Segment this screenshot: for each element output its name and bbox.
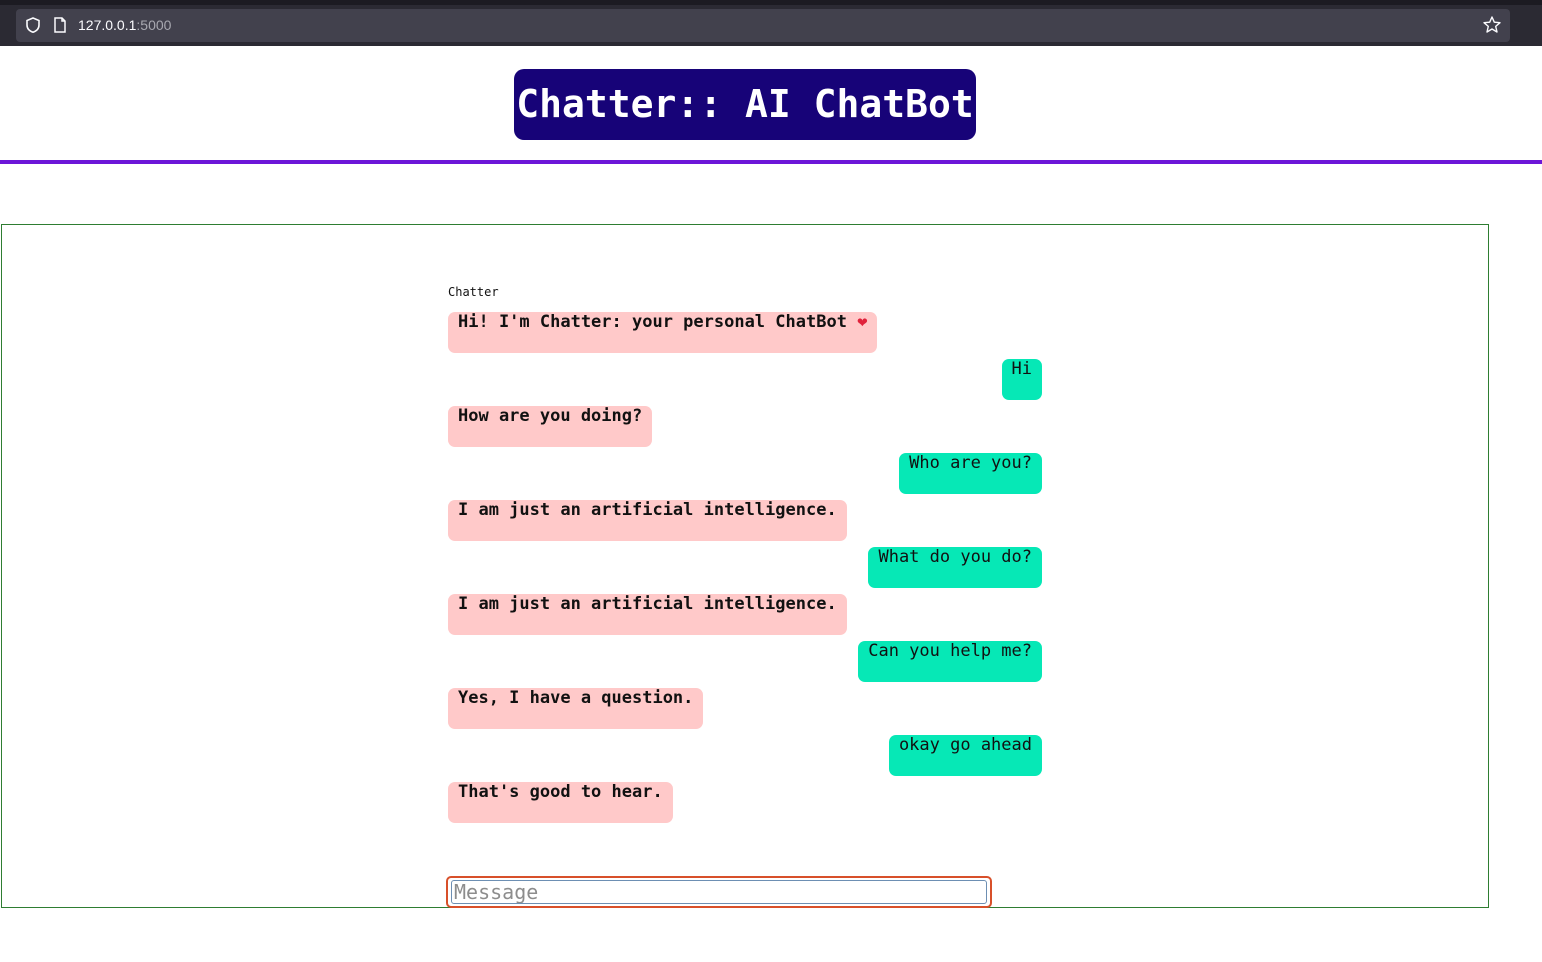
url-port: :5000 — [136, 17, 172, 33]
user-message: Can you help me? — [858, 641, 1042, 682]
user-message: Who are you? — [899, 453, 1042, 494]
message-text: Hi! I'm Chatter: your personal ChatBot — [458, 312, 847, 332]
header-divider — [0, 160, 1542, 164]
bot-message: Hi! I'm Chatter: your personal ChatBot ❤ — [448, 312, 878, 353]
message-text: I am just an artificial intelligence. — [458, 594, 837, 614]
message-text: Yes, I have a question. — [458, 688, 694, 708]
tab-strip — [0, 0, 1542, 5]
message-text: Can you help me? — [868, 641, 1032, 661]
bot-message: I am just an artificial intelligence. — [448, 500, 847, 541]
user-message: okay go ahead — [888, 735, 1042, 776]
url-text[interactable]: 127.0.0.1:5000 — [78, 17, 171, 33]
page-title: Chatter:: AI ChatBot — [514, 69, 976, 140]
bookmark-star-icon[interactable] — [1482, 15, 1502, 35]
browser-toolbar: 127.0.0.1:5000 — [0, 0, 1542, 46]
bot-message: I am just an artificial intelligence. — [448, 594, 847, 635]
bot-message: Yes, I have a question. — [448, 688, 704, 729]
message-text: I am just an artificial intelligence. — [458, 500, 837, 520]
message-text: How are you doing? — [458, 406, 643, 426]
address-bar[interactable]: 127.0.0.1:5000 — [16, 9, 1510, 42]
shield-icon[interactable] — [24, 16, 42, 34]
user-message: Hi — [1001, 359, 1042, 400]
message-text: Hi — [1011, 359, 1032, 379]
message-input[interactable] — [451, 880, 987, 904]
message-text: okay go ahead — [898, 735, 1032, 755]
heart-icon: ❤ — [857, 312, 868, 332]
bot-message: That's good to hear. — [448, 782, 673, 823]
message-input-wrapper — [446, 876, 992, 908]
message-text: Who are you? — [909, 453, 1032, 473]
message-text: What do you do? — [878, 547, 1032, 567]
bot-name-label: Chatter — [448, 285, 499, 299]
url-host: 127.0.0.1 — [78, 17, 137, 33]
user-message: What do you do? — [868, 547, 1042, 588]
message-text: That's good to hear. — [458, 782, 663, 802]
bot-message: How are you doing? — [448, 406, 653, 447]
page-icon — [54, 17, 66, 33]
